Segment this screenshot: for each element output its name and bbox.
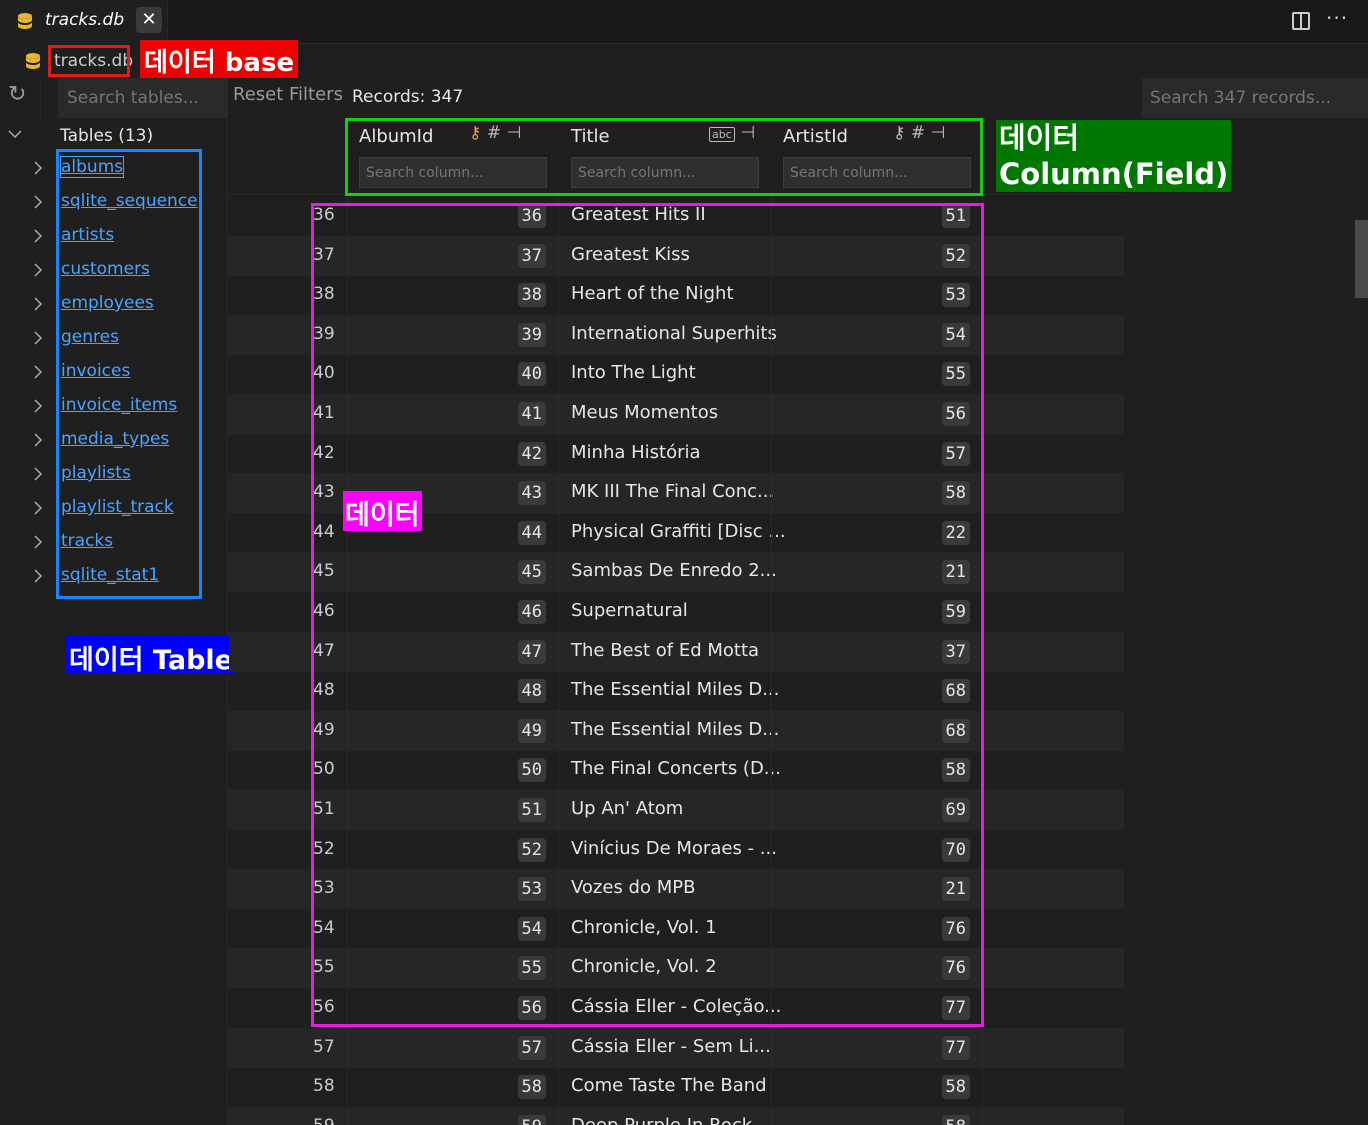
chevron-right-icon[interactable]	[33, 228, 43, 247]
chevron-right-icon[interactable]	[33, 364, 43, 383]
chevron-right-icon[interactable]	[33, 500, 43, 519]
chevron-right-icon[interactable]	[33, 534, 43, 553]
chevron-right-icon[interactable]	[33, 296, 43, 315]
chevron-right-icon[interactable]	[33, 432, 43, 451]
annotation-database-label: 데이터 base	[140, 40, 299, 78]
row-number: 58	[313, 1076, 335, 1097]
data-highlight-box	[311, 203, 984, 1027]
cell-albumid[interactable]: 57	[347, 1027, 559, 1068]
cell-value: 59	[517, 1114, 546, 1125]
chevron-down-icon[interactable]	[8, 127, 22, 143]
vertical-scrollbar[interactable]	[1355, 220, 1368, 298]
chevron-right-icon[interactable]	[33, 568, 43, 587]
annotation-column-label: 데이터 Column(Field)	[996, 120, 1232, 192]
cell-title[interactable]: Come Taste The Band	[571, 1075, 767, 1096]
cell-title[interactable]: Cássia Eller - Sem Li...	[571, 1036, 771, 1057]
cell-value: 58	[941, 1075, 970, 1100]
chevron-right-icon[interactable]	[33, 466, 43, 485]
cell-artistid[interactable]: 58	[771, 1106, 983, 1125]
chevron-right-icon[interactable]	[33, 160, 43, 179]
cell-value: 58	[941, 1114, 970, 1125]
cell-title[interactable]: Deep Purple In Rock	[571, 1115, 752, 1125]
toolbar-divider	[40, 78, 41, 118]
annotation-table-label: 데이터 Table	[66, 636, 236, 676]
table-row[interactable]: 57 57 Cássia Eller - Sem Li... 77	[229, 1027, 1124, 1068]
table-search-input[interactable]	[58, 78, 228, 118]
table-highlight-box	[56, 149, 202, 599]
row-number: 57	[313, 1036, 335, 1057]
chevron-right-icon[interactable]	[33, 262, 43, 281]
cell-artistid[interactable]: 77	[771, 1027, 983, 1068]
cell-value: 58	[517, 1075, 546, 1100]
row-number: 59	[313, 1116, 335, 1125]
chevron-right-icon[interactable]	[33, 398, 43, 417]
cell-artistid[interactable]: 58	[771, 1067, 983, 1108]
table-row[interactable]: 59 59 Deep Purple In Rock 58	[229, 1106, 1124, 1125]
record-search-input[interactable]	[1142, 78, 1368, 118]
table-row[interactable]: 58 58 Come Taste The Band 58	[229, 1067, 1124, 1108]
reset-filters-button[interactable]: Reset Filters	[233, 84, 343, 105]
cell-value: 57	[517, 1035, 546, 1060]
refresh-icon[interactable]: ↻	[8, 82, 26, 107]
more-actions-icon[interactable]: ···	[1326, 6, 1348, 30]
tables-header[interactable]: Tables (13)	[60, 126, 153, 146]
split-editor-icon[interactable]	[1292, 12, 1310, 30]
column-highlight-box	[345, 118, 983, 196]
tab-title: tracks.db	[45, 10, 125, 30]
database-highlight-box	[48, 45, 130, 77]
chevron-right-icon[interactable]	[33, 194, 43, 213]
annotation-data-label: 데이터	[343, 491, 422, 531]
close-icon[interactable]: ✕	[136, 7, 162, 33]
records-count: Records: 347	[352, 87, 464, 107]
database-icon	[17, 12, 33, 34]
tab-tracks-db[interactable]: tracks.db ✕	[0, 0, 168, 44]
cell-albumid[interactable]: 59	[347, 1106, 559, 1125]
editor-tab-bar: tracks.db ✕ ···	[0, 0, 1368, 44]
toolbar: ↻ Reset Filters Records: 347	[0, 78, 1368, 118]
database-icon	[25, 52, 41, 74]
chevron-right-icon[interactable]	[33, 330, 43, 349]
cell-albumid[interactable]: 58	[347, 1067, 559, 1108]
cell-value: 77	[941, 1035, 970, 1060]
